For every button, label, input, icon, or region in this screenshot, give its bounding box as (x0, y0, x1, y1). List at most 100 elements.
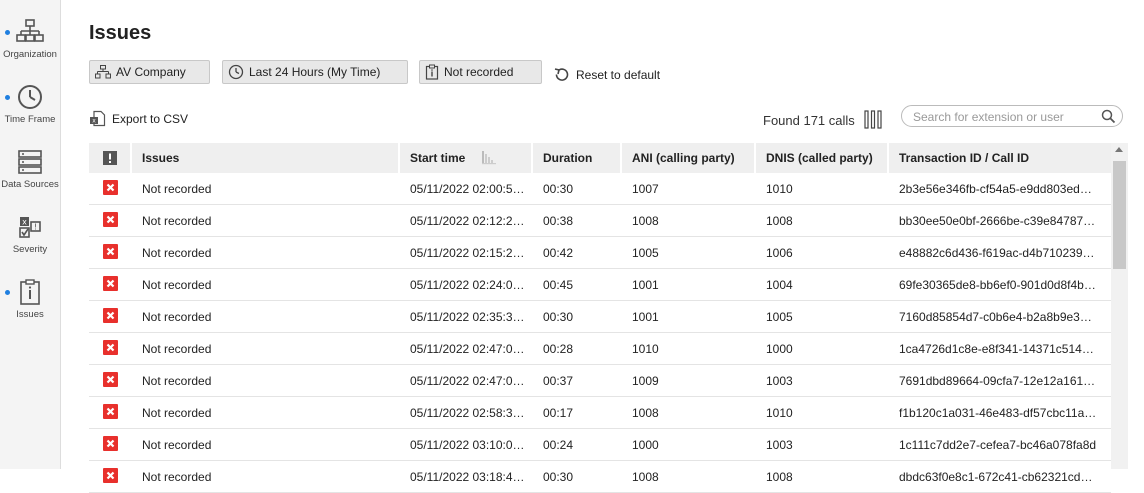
severity-column-header[interactable] (89, 143, 132, 173)
table-body: Not recorded 05/11/2022 02:00:5… 00:30 1007… (89, 173, 1111, 493)
sidebar-item-issues[interactable]: Issues (0, 278, 60, 320)
start-time-cell: 05/11/2022 03:10:0… (410, 437, 525, 452)
ani-cell: 1000 (632, 437, 659, 452)
table-row[interactable]: Not recorded 05/11/2022 02:15:2… 00:42 1005… (89, 237, 1111, 269)
error-x-icon (103, 275, 118, 291)
duration-cell: 00:30 (543, 181, 574, 196)
issue-cell: Not recorded (142, 245, 212, 260)
table-row[interactable]: Not recorded 05/11/2022 02:58:3… 00:17 1008… (89, 397, 1111, 429)
columns-icon[interactable] (864, 110, 882, 129)
search-icon[interactable] (1101, 109, 1116, 124)
ani-cell: 1001 (632, 277, 659, 292)
clock-icon (18, 85, 42, 109)
reset-label: Reset to default (576, 67, 661, 82)
svg-text:!: ! (34, 223, 37, 232)
search-input[interactable] (911, 109, 1100, 125)
search-box (901, 105, 1123, 127)
issue-cell: Not recorded (142, 341, 212, 356)
csv-file-icon: x (90, 110, 106, 127)
table-row[interactable]: Not recorded 05/11/2022 02:12:2… 00:38 1008… (89, 205, 1111, 237)
transaction-id-cell: 1c111c7dd2e7-cefea7-bc46a078fa8d (899, 437, 1097, 452)
transaction-id-cell: 7160d85854d7-c0b6e4-b2a8b9e3… (899, 309, 1092, 324)
time-frame-filter-label: Last 24 Hours (My Time) (249, 65, 381, 79)
table-row[interactable]: Not recorded 05/11/2022 03:18:4… 00:30 1008… (89, 461, 1111, 493)
org-chart-icon (16, 19, 44, 42)
issue-cell: Not recorded (142, 469, 212, 484)
ani-cell: 1009 (632, 373, 659, 388)
dnis-cell: 1010 (766, 405, 793, 420)
sidebar-item-organization[interactable]: Organization (0, 18, 60, 60)
issue-cell: Not recorded (142, 309, 212, 324)
scroll-up-arrow-icon[interactable] (1115, 147, 1123, 152)
issue-cell: Not recorded (142, 277, 212, 292)
dnis-cell: 1010 (766, 181, 793, 196)
issue-cell: Not recorded (142, 181, 212, 196)
calls-table: Issues Start time Duration ANI (calling … (89, 143, 1111, 493)
server-icon (18, 150, 42, 174)
duration-cell: 00:42 (543, 245, 574, 260)
clock-icon (228, 64, 244, 80)
column-header-issues[interactable]: Issues (132, 143, 400, 173)
ani-cell: 1008 (632, 405, 659, 420)
column-header-duration[interactable]: Duration (533, 143, 622, 173)
time-frame-filter[interactable]: Last 24 Hours (My Time) (222, 60, 408, 84)
table-row[interactable]: Not recorded 05/11/2022 03:10:0… 00:24 1000… (89, 429, 1111, 461)
duration-cell: 00:17 (543, 405, 574, 420)
sidebar-item-time-frame[interactable]: Time Frame (0, 83, 60, 125)
start-time-cell: 05/11/2022 02:24:0… (410, 277, 525, 292)
transaction-id-cell: 7691dbd89664-09cfa7-12e12a161… (899, 373, 1096, 388)
duration-cell: 00:45 (543, 277, 574, 292)
column-header-start-time[interactable]: Start time (400, 143, 533, 173)
column-header-dnis[interactable]: DNIS (called party) (756, 143, 889, 173)
dnis-cell: 1003 (766, 373, 793, 388)
error-x-icon (103, 403, 118, 419)
table-row[interactable]: Not recorded 05/11/2022 02:35:3… 00:30 1001… (89, 301, 1111, 333)
sidebar-item-severity[interactable]: x ! Severity (0, 213, 60, 255)
table-row[interactable]: Not recorded 05/11/2022 02:24:0… 00:45 1001… (89, 269, 1111, 301)
duration-cell: 00:28 (543, 341, 574, 356)
error-x-icon (103, 307, 118, 323)
table-row[interactable]: Not recorded 05/11/2022 02:47:0… 00:37 1009… (89, 365, 1111, 397)
column-header-ani[interactable]: ANI (calling party) (622, 143, 756, 173)
duration-cell: 00:37 (543, 373, 574, 388)
sort-icon (482, 151, 497, 165)
sidebar-item-label: Organization (3, 49, 57, 60)
page-title: Issues (89, 22, 152, 44)
start-time-cell: 05/11/2022 03:18:4… (410, 469, 525, 484)
start-time-cell: 05/11/2022 02:12:2… (410, 213, 525, 228)
start-time-cell: 05/11/2022 02:47:0… (410, 373, 525, 388)
sidebar-item-data-sources[interactable]: Data Sources (0, 148, 60, 190)
start-time-cell: 05/11/2022 02:35:3… (410, 309, 525, 324)
error-x-icon (103, 179, 118, 195)
transaction-id-cell: e48882c6d436-f619ac-d4b710239… (899, 245, 1095, 260)
export-csv-button[interactable]: x Export to CSV (89, 110, 188, 127)
sidebar-item-label: Data Sources (1, 179, 59, 190)
column-header-transaction-id[interactable]: Transaction ID / Call ID (889, 143, 1111, 173)
sidebar-item-label: Severity (12, 244, 48, 255)
reset-icon (554, 68, 569, 81)
start-time-cell: 05/11/2022 02:00:5… (410, 181, 525, 196)
svg-text:x: x (22, 218, 27, 227)
issue-cell: Not recorded (142, 405, 212, 420)
issue-filter[interactable]: Not recorded (419, 60, 542, 84)
transaction-id-cell: f1b120c1a031-46e483-df57cbc11a… (899, 405, 1097, 420)
error-x-icon (103, 243, 118, 259)
organization-filter[interactable]: AV Company (89, 60, 210, 84)
transaction-id-cell: 2b3e56e346fb-cf54a5-e9dd803ed… (899, 181, 1092, 196)
start-time-cell: 05/11/2022 02:58:3… (410, 405, 525, 420)
vertical-scrollbar[interactable] (1111, 143, 1128, 469)
duration-cell: 00:30 (543, 309, 574, 324)
dnis-cell: 1008 (766, 213, 793, 228)
dnis-cell: 1005 (766, 309, 793, 324)
sidebar-item-label: Time Frame (4, 114, 56, 125)
error-x-icon (103, 211, 118, 227)
dnis-cell: 1006 (766, 245, 793, 260)
scroll-thumb[interactable] (1113, 161, 1126, 269)
table-row[interactable]: Not recorded 05/11/2022 02:47:0… 00:28 1010… (89, 333, 1111, 365)
exclamation-icon (103, 151, 117, 165)
reset-to-default-button[interactable]: Reset to default (553, 66, 660, 83)
table-row[interactable]: Not recorded 05/11/2022 02:00:5… 00:30 1007… (89, 173, 1111, 205)
error-x-icon (103, 371, 118, 387)
sidebar: Organization Time Frame Data Sources x !… (0, 0, 61, 469)
ani-cell: 1008 (632, 213, 659, 228)
